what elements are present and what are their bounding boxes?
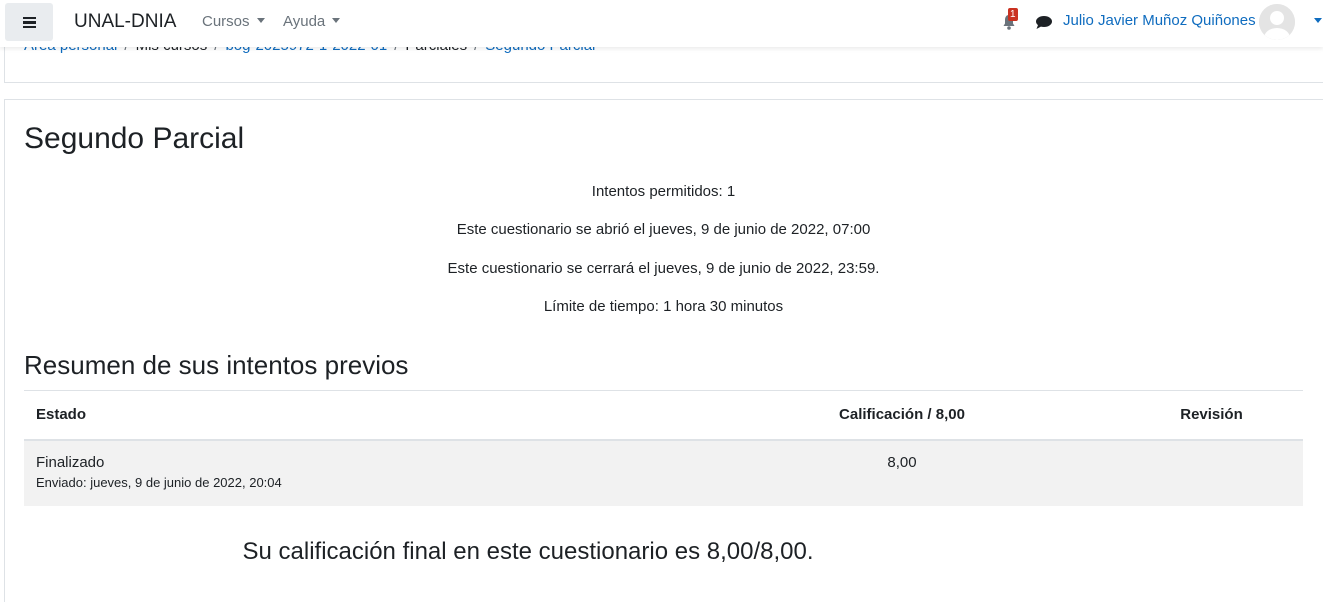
chat-icon[interactable] <box>1035 14 1053 30</box>
quiz-attempts-allowed: Intentos permitidos: 1 <box>591 183 736 200</box>
attempt-review <box>1120 439 1303 506</box>
page-title: Segundo Parcial <box>24 122 245 155</box>
user-avatar[interactable] <box>1259 4 1295 40</box>
user-menu-caret-icon[interactable] <box>1314 18 1322 23</box>
final-grade-text: Su calificación final en este cuestionar… <box>242 538 814 565</box>
attempt-state-cell: Finalizado Enviado: jueves, 9 de junio d… <box>24 439 684 506</box>
column-header-review: Revisión <box>1120 390 1303 441</box>
site-brand[interactable]: UNAL-DNIA <box>74 11 176 33</box>
menu-ayuda-label: Ayuda <box>283 13 326 30</box>
menu-cursos-label: Cursos <box>202 13 250 30</box>
attempt-grade: 8,00 <box>684 439 1120 506</box>
table-row: Finalizado Enviado: jueves, 9 de junio d… <box>24 439 1303 506</box>
quiz-open-date: Este cuestionario se abrió el jueves, 9 … <box>456 221 871 238</box>
quiz-close-date: Este cuestionario se cerrará el jueves, … <box>447 260 880 277</box>
menu-cursos[interactable]: Cursos <box>202 13 265 30</box>
caret-down-icon <box>332 18 341 23</box>
attempt-state: Finalizado <box>36 453 105 471</box>
menu-ayuda[interactable]: Ayuda <box>283 13 341 30</box>
default-user-icon <box>1259 4 1295 40</box>
hamburger-icon <box>22 16 36 28</box>
user-menu-name[interactable]: Julio Javier Muñoz Quiñones <box>1063 12 1256 29</box>
table-header-row: Estado Calificación / 8,00 Revisión <box>24 390 1303 441</box>
top-navbar: UNAL-DNIA Cursos Ayuda 1 Julio Javier Mu… <box>0 0 1323 47</box>
column-header-grade: Calificación / 8,00 <box>684 390 1120 441</box>
drawer-toggle-button[interactable] <box>5 3 53 41</box>
caret-down-icon <box>256 18 265 23</box>
notification-badge: 1 <box>1008 8 1018 21</box>
attempt-submitted-date: Enviado: jueves, 9 de junio de 2022, 20:… <box>36 474 282 490</box>
attempts-summary-heading: Resumen de sus intentos previos <box>24 350 409 380</box>
quiz-time-limit: Límite de tiempo: 1 hora 30 minutos <box>543 298 784 315</box>
attempts-table: Estado Calificación / 8,00 Revisión Fina… <box>24 390 1303 506</box>
column-header-state: Estado <box>24 390 684 441</box>
